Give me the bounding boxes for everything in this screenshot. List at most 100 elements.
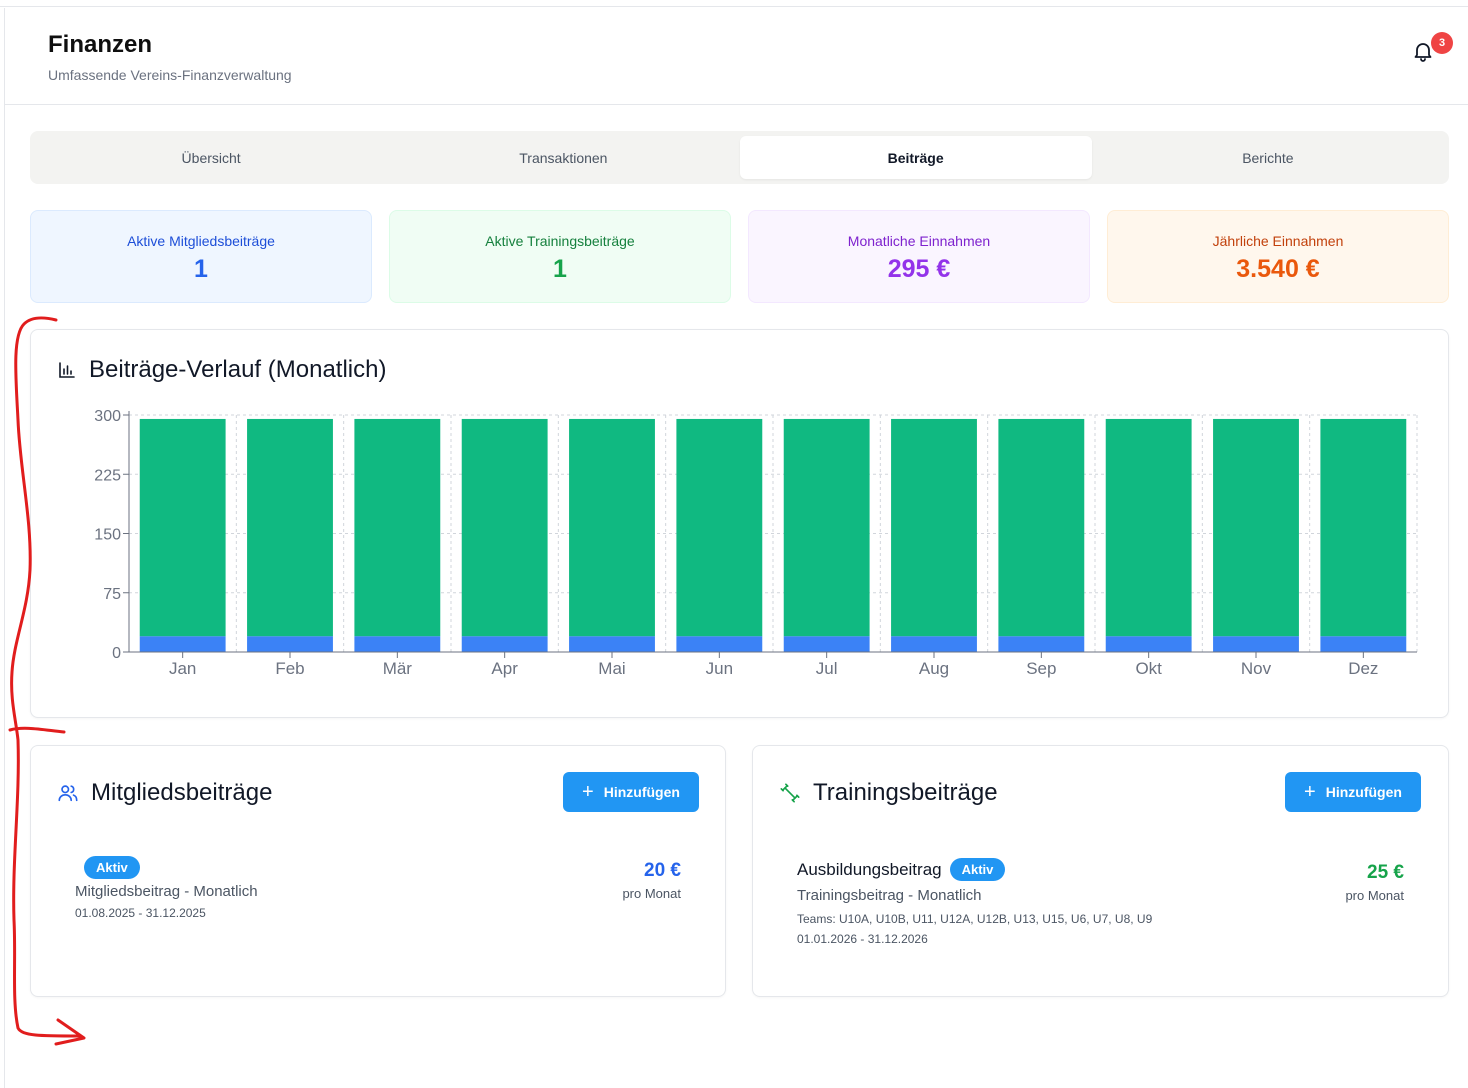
stat-label: Jährliche Einnahmen <box>1212 233 1344 249</box>
annotation-arrowhead <box>54 1018 86 1046</box>
member-fees-card: Mitgliedsbeiträge + Hinzufügen Aktiv Mit… <box>30 745 726 997</box>
item-type: Trainingsbeitrag - Monatlich <box>797 887 982 904</box>
add-training-fee-button[interactable]: + Hinzufügen <box>1285 772 1421 812</box>
page: Finanzen Umfassende Vereins-Finanzverwal… <box>0 0 1468 1088</box>
x-tick-label: Aug <box>919 659 949 678</box>
item-head: Aktiv <box>75 856 681 879</box>
stat-monthly-income: Monatliche Einnahmen 295 € <box>748 210 1090 303</box>
item-period: pro Monat <box>622 886 681 901</box>
x-tick-label: Apr <box>491 659 518 678</box>
item-price: 20 € <box>644 860 681 881</box>
item-price-block: 25 € pro Monat <box>1345 862 1404 903</box>
dumbbell-icon <box>780 783 800 803</box>
stat-label: Monatliche Einnahmen <box>847 233 991 249</box>
status-badge: Aktiv <box>949 858 1006 881</box>
users-icon <box>58 785 78 802</box>
bar-Jul-series-1 <box>783 418 870 637</box>
member-fees-title-text: Mitgliedsbeiträge <box>91 779 273 806</box>
bar-chart-icon <box>59 362 75 378</box>
member-fee-item[interactable]: Aktiv Mitgliedsbeitrag - Monatlich 01.08… <box>75 856 681 920</box>
annotation-tick <box>8 726 66 734</box>
bar-Mär-series-1 <box>354 418 441 637</box>
bar-Okt-series-1 <box>1105 418 1192 637</box>
x-tick-label: Jun <box>706 659 733 678</box>
stat-label: Aktive Mitgliedsbeiträge <box>127 233 275 249</box>
tab-beitraege[interactable]: Beiträge <box>739 136 1092 179</box>
add-member-fee-button[interactable]: + Hinzufügen <box>563 772 699 812</box>
notification-count-badge: 3 <box>1431 32 1453 54</box>
fee-history-chart: 0 75 150 225 300 Jan Feb Mär Apr Mai Jun Jul Aug Sep O… <box>94 408 1418 678</box>
training-fees-title-text: Trainingsbeiträge <box>813 779 998 806</box>
bar-Okt-series-0 <box>1105 636 1192 652</box>
stat-value: 295 € <box>887 255 951 283</box>
item-dates: 01.08.2025 - 31.12.2025 <box>75 906 206 920</box>
training-fees-card: Trainingsbeiträge + Hinzufügen Ausbildun… <box>752 745 1449 997</box>
add-button-label: Hinzufügen <box>1325 784 1402 800</box>
bar-Aug-series-1 <box>891 418 977 637</box>
y-tick-label: 300 <box>94 408 121 425</box>
bar-Sep-series-1 <box>998 418 1085 637</box>
bar-Mai-series-0 <box>569 636 655 652</box>
status-badge: Aktiv <box>84 856 140 879</box>
y-tick-label: 225 <box>94 467 121 484</box>
page-title: Finanzen <box>48 31 153 58</box>
member-fees-title: Mitgliedsbeiträge <box>57 779 272 807</box>
x-tick-label: Okt <box>1135 659 1162 678</box>
bar-Jan-series-1 <box>139 418 226 637</box>
add-button-label: Hinzufügen <box>603 784 680 800</box>
training-fee-item[interactable]: Ausbildungsbeitrag Aktiv Trainingsbeitra… <box>797 858 1404 946</box>
bar-Dez-series-0 <box>1320 636 1407 652</box>
bar-Mai-series-1 <box>569 418 655 637</box>
item-dates: 01.01.2026 - 31.12.2026 <box>797 932 928 946</box>
bar-Apr-series-1 <box>461 418 548 637</box>
x-tick-label: Jan <box>169 659 196 678</box>
y-tick-label: 75 <box>103 586 121 603</box>
bar-Sep-series-0 <box>998 636 1085 652</box>
bar-Mär-series-0 <box>354 636 441 652</box>
item-teams: Teams: U10A, U10B, U11, U12A, U12B, U13,… <box>797 912 1153 926</box>
bar-Feb-series-1 <box>247 418 333 637</box>
page-header: Finanzen Umfassende Vereins-Finanzverwal… <box>5 7 1468 105</box>
finance-tabs: Übersicht Transaktionen Beiträge Bericht… <box>30 131 1449 184</box>
plus-icon: + <box>1304 781 1316 803</box>
training-fees-title: Trainingsbeiträge <box>779 779 998 807</box>
fee-history-chart-card: 0 75 150 225 300 Jan Feb Mär Apr Mai Jun Jul Aug Sep O… <box>30 329 1449 718</box>
stat-value: 1 <box>553 255 567 283</box>
sidebar-divider <box>4 8 5 1088</box>
bar-Apr-series-0 <box>461 636 548 652</box>
item-period: pro Monat <box>1345 888 1404 903</box>
page-subtitle: Umfassende Vereins-Finanzverwaltung <box>48 67 292 83</box>
y-tick-label: 150 <box>94 527 121 544</box>
x-tick-label: Jul <box>816 659 838 678</box>
stat-active-member-fees: Aktive Mitgliedsbeiträge 1 <box>30 210 372 303</box>
plus-icon: + <box>582 781 594 803</box>
item-head: Ausbildungsbeitrag Aktiv <box>797 858 1404 881</box>
item-name: Ausbildungsbeitrag <box>797 859 942 879</box>
bar-Jun-series-1 <box>676 418 763 637</box>
stat-label: Aktive Trainingsbeiträge <box>485 233 635 249</box>
y-tick-label: 0 <box>112 645 121 662</box>
stat-value: 1 <box>194 255 208 283</box>
x-tick-label: Mai <box>598 659 625 678</box>
bar-Feb-series-0 <box>247 636 333 652</box>
x-tick-label: Nov <box>1241 659 1272 678</box>
bar-Jul-series-0 <box>783 636 870 652</box>
bar-Nov-series-1 <box>1213 418 1299 637</box>
chart-title-text: Beiträge-Verlauf (Monatlich) <box>89 356 387 383</box>
bar-Nov-series-0 <box>1213 636 1299 652</box>
bar-Jun-series-0 <box>676 636 763 652</box>
item-price: 25 € <box>1367 862 1404 883</box>
item-price-block: 20 € pro Monat <box>622 860 681 901</box>
chart-card-title: Beiträge-Verlauf (Monatlich) <box>57 356 386 384</box>
x-tick-label: Feb <box>275 659 304 678</box>
bar-Dez-series-1 <box>1320 418 1407 637</box>
stat-active-training-fees: Aktive Trainingsbeiträge 1 <box>389 210 731 303</box>
tab-transaktionen[interactable]: Transaktionen <box>387 136 739 179</box>
stat-value: 3.540 € <box>1236 255 1320 283</box>
item-type: Mitgliedsbeitrag - Monatlich <box>75 883 258 900</box>
tab-berichte[interactable]: Berichte <box>1092 136 1444 179</box>
tab-uebersicht[interactable]: Übersicht <box>35 136 387 179</box>
x-tick-label: Mär <box>383 659 413 678</box>
x-tick-label: Dez <box>1348 659 1378 678</box>
bar-Aug-series-0 <box>891 636 977 652</box>
